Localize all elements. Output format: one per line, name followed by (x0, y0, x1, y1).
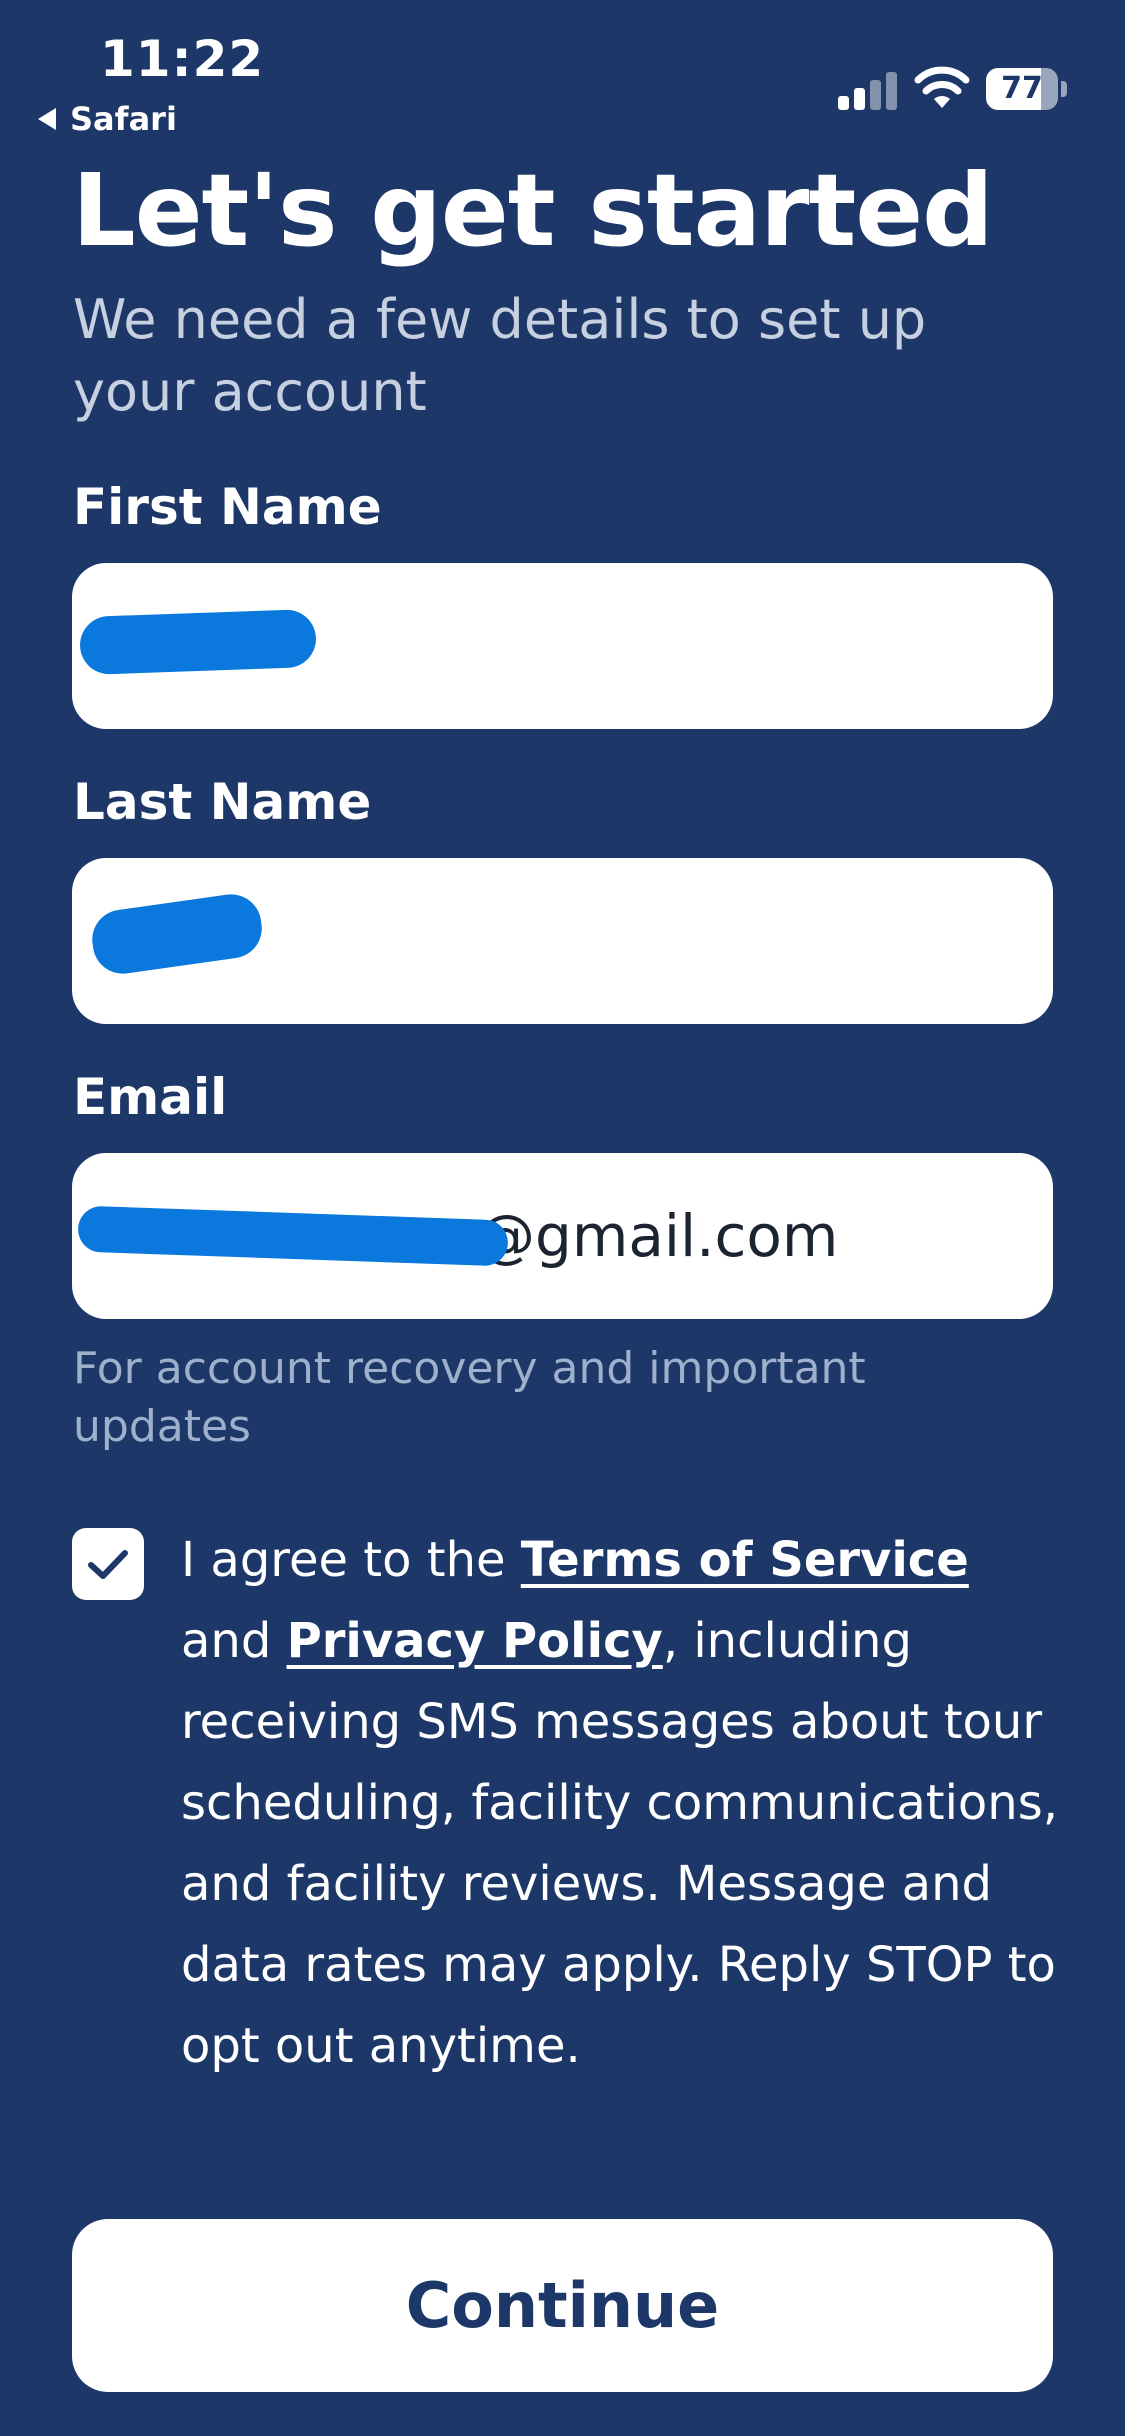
terms-of-service-link[interactable]: Terms of Service (521, 1532, 969, 1588)
first-name-label: First Name (73, 478, 382, 536)
consent-checkbox[interactable] (72, 1528, 144, 1600)
consent-text-middle: and (181, 1613, 287, 1669)
wifi-icon (914, 66, 970, 108)
back-arrow-icon (38, 108, 56, 130)
page-title: Let's get started (72, 152, 994, 269)
first-name-field[interactable] (72, 563, 1053, 729)
email-field[interactable]: @gmail.com (72, 1153, 1053, 1319)
back-app-label: Safari (70, 100, 177, 138)
checkmark-icon (88, 1550, 128, 1579)
redaction-mark (88, 890, 266, 978)
back-to-safari-button[interactable]: Safari (38, 100, 177, 138)
status-time: 11:22 (100, 30, 265, 88)
redaction-mark (79, 608, 317, 676)
consent-text: I agree to the Terms of Service and Priv… (181, 1520, 1061, 2087)
last-name-field[interactable] (72, 858, 1053, 1024)
cellular-signal-icon (838, 70, 898, 110)
consent-text-before: I agree to the (181, 1532, 521, 1588)
privacy-policy-link[interactable]: Privacy Policy (287, 1613, 663, 1669)
page-subtitle: We need a few details to set up your acc… (73, 288, 927, 423)
status-bar: 11:22 Safari 77 (0, 0, 1125, 150)
battery-level: 77 (1001, 71, 1043, 106)
continue-button[interactable]: Continue (72, 2219, 1053, 2392)
email-helper-text: For account recovery and important updat… (73, 1343, 866, 1452)
last-name-label: Last Name (73, 773, 372, 831)
battery-icon: 77 (986, 68, 1067, 110)
email-label: Email (73, 1068, 228, 1126)
consent-text-after: , including receiving SMS messages about… (181, 1613, 1058, 2074)
